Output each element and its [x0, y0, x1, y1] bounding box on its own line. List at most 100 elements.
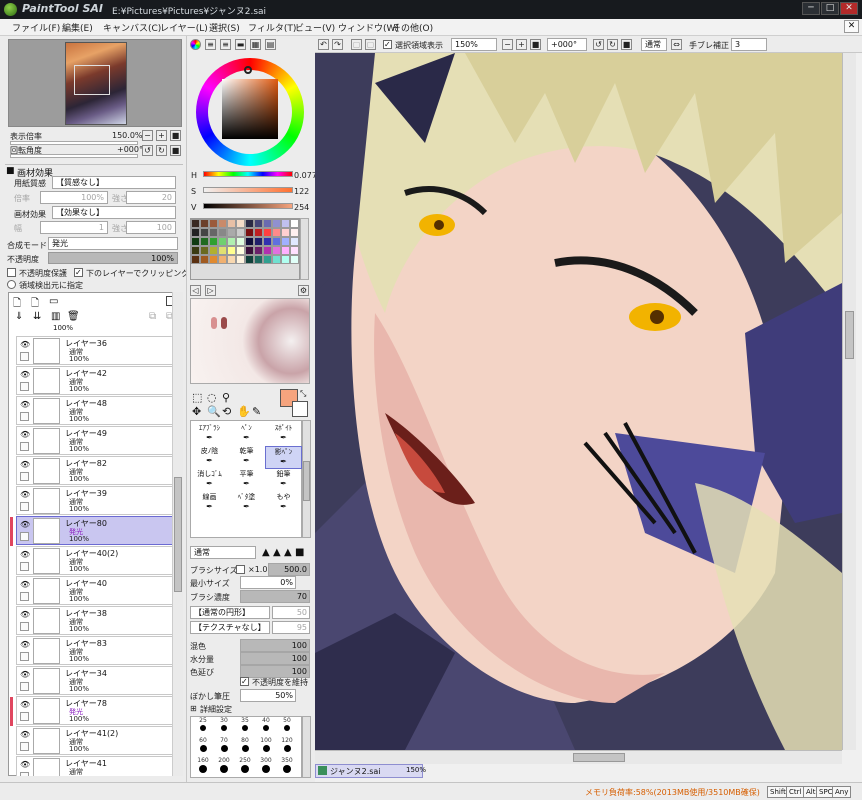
menu-layer[interactable]: レイヤー(L)	[160, 21, 208, 34]
brush-tool[interactable]: ｴｱﾌﾞﾗｼ ✒	[191, 423, 228, 446]
layer-row[interactable]: 👁 レイヤー80 発光 100%	[10, 516, 179, 546]
layer-lock-icon[interactable]	[20, 652, 29, 661]
color-swatch[interactable]	[263, 255, 272, 264]
canvas-horizontal-scrollbar[interactable]	[315, 750, 842, 764]
shape-4-icon[interactable]: ■	[295, 547, 304, 558]
layer-lock-icon[interactable]	[20, 712, 29, 721]
canvas-rotate-left-icon[interactable]: ↺	[593, 39, 604, 50]
brush-tool[interactable]: 皮ﾉ陰 ✒	[191, 446, 228, 469]
angle-slider[interactable]	[10, 154, 138, 158]
size-mult-checkbox[interactable]	[236, 565, 245, 574]
zoom-in-button[interactable]: +	[156, 130, 167, 141]
eye-icon[interactable]: 👁	[20, 340, 30, 349]
maximize-button[interactable]: □	[821, 2, 839, 15]
canvas-angle-select[interactable]: +000°	[547, 38, 587, 51]
hand-icon[interactable]: ✋	[237, 405, 251, 418]
effect-select[interactable]: 【効果なし】	[52, 206, 176, 219]
hsv-slider-mode-icon[interactable]: ≡	[220, 39, 231, 50]
min-size-slider[interactable]: 0%	[240, 576, 296, 589]
value-slider[interactable]	[203, 203, 293, 209]
brush-tool[interactable]: 乾筆 ✒	[228, 446, 265, 469]
texture-collapse-icon[interactable]: ■	[6, 166, 15, 176]
brush-size-preset[interactable]	[242, 725, 248, 731]
layer-lock-icon[interactable]	[20, 352, 29, 361]
brush-size-preset[interactable]	[199, 765, 207, 773]
color-swatch[interactable]	[218, 246, 227, 255]
layer-row[interactable]: 👁レイヤー41通常100%	[16, 756, 179, 776]
keep-opacity-checkbox[interactable]	[240, 677, 249, 686]
paper-scale-field[interactable]: 100%	[40, 191, 108, 204]
invert-select-icon[interactable]: ▢	[365, 39, 376, 50]
canvas-rotate-reset-icon[interactable]: ■	[621, 39, 632, 50]
color-swatch[interactable]	[236, 228, 245, 237]
eye-icon[interactable]: 👁	[20, 580, 30, 589]
layer-row[interactable]: 👁 レイヤー34 通常 100%	[16, 666, 179, 695]
eye-icon[interactable]: 👁	[20, 670, 30, 679]
zoom-icon[interactable]: 🔍	[207, 405, 221, 418]
hue-marker[interactable]	[244, 66, 252, 74]
move-icon[interactable]: ✥	[192, 405, 201, 418]
layer-lock-icon[interactable]	[20, 592, 29, 601]
scratchpad-mode-icon[interactable]: ▤	[265, 39, 276, 50]
close-button[interactable]: ✕	[840, 2, 858, 15]
water-slider[interactable]: 100	[240, 652, 310, 665]
view-rectangle[interactable]	[74, 65, 110, 95]
redo-icon[interactable]: ↷	[332, 39, 343, 50]
color-swatch[interactable]	[200, 255, 209, 264]
canvas-zoom-in-icon[interactable]: +	[516, 39, 527, 50]
brush-tool[interactable]: 平筆 ✒	[228, 469, 265, 492]
brush-size-presets[interactable]: 25 30 35 40 50 60 70 80 100 120 160 200 250 300 350	[190, 716, 302, 778]
color-swatch[interactable]	[245, 237, 254, 246]
tool-scroll-thumb[interactable]	[303, 461, 310, 501]
clipping-checkbox[interactable]	[74, 268, 83, 277]
color-swatch[interactable]	[191, 219, 200, 228]
document-close-button[interactable]: ✕	[844, 20, 859, 33]
deselect-icon[interactable]: ▢	[351, 39, 362, 50]
gradient-mode-icon[interactable]: ▬	[235, 39, 246, 50]
menu-select[interactable]: 選択(S)	[209, 21, 240, 34]
swatch-mode-icon[interactable]: ▦	[250, 39, 261, 50]
blend-mode-select[interactable]: 発光	[48, 237, 178, 250]
color-swatch[interactable]	[209, 255, 218, 264]
color-swatch[interactable]	[218, 219, 227, 228]
menu-view[interactable]: ビュー(V)	[295, 21, 335, 34]
brush-tool[interactable]: 鉛筆 ✒	[265, 469, 302, 492]
color-swatch[interactable]	[236, 246, 245, 255]
layer-scrollbar[interactable]	[172, 292, 183, 776]
layer-lock-icon[interactable]	[20, 502, 29, 511]
color-swatch[interactable]	[227, 237, 236, 246]
canvas-zoom-reset-icon[interactable]: ■	[530, 39, 541, 50]
color-swatch[interactable]	[281, 219, 290, 228]
color-swatch[interactable]	[191, 246, 200, 255]
eyedropper-icon[interactable]: ✎	[252, 405, 261, 418]
document-tab[interactable]: ジャンヌ2.sai 150%	[315, 764, 426, 778]
color-swatch[interactable]	[236, 237, 245, 246]
color-swatch[interactable]	[200, 237, 209, 246]
canvas-vscroll-thumb[interactable]	[845, 311, 854, 359]
eye-icon[interactable]: 👁	[20, 490, 30, 499]
effect-strength-field[interactable]: 100	[126, 221, 176, 234]
menu-file[interactable]: ファイル(F)	[12, 21, 60, 34]
navigator[interactable]	[8, 39, 182, 127]
brush-shape-select[interactable]: 【通常の円形】	[190, 606, 270, 619]
brush-size-preset[interactable]	[283, 745, 291, 752]
drawing-canvas[interactable]	[315, 53, 842, 750]
brush-size-preset[interactable]	[199, 745, 207, 752]
color-swatch[interactable]	[290, 219, 299, 228]
minimize-button[interactable]: ─	[802, 2, 820, 15]
color-swatch[interactable]	[227, 219, 236, 228]
menu-filter[interactable]: フィルタ(T)	[248, 21, 296, 34]
layer-row[interactable]: 👁 レイヤー42 通常 100%	[16, 366, 179, 395]
layer-scroll-thumb[interactable]	[174, 477, 182, 592]
swatch-scrollbar[interactable]	[300, 218, 309, 280]
color-swatch[interactable]	[200, 246, 209, 255]
color-swatch[interactable]	[254, 255, 263, 264]
brush-size-preset[interactable]	[241, 745, 249, 752]
layer-row[interactable]: 👁 レイヤー49 通常 100%	[16, 426, 179, 455]
brush-tool[interactable]: ﾍﾟﾝ ✒	[228, 423, 265, 446]
paper-select[interactable]: 【質感なし】	[52, 176, 176, 189]
rotate-left-button[interactable]: ↺	[142, 145, 153, 156]
color-swatch[interactable]	[254, 246, 263, 255]
eye-icon[interactable]: 👁	[20, 730, 30, 739]
layer-row[interactable]: 👁 レイヤー39 通常 100%	[16, 486, 179, 515]
